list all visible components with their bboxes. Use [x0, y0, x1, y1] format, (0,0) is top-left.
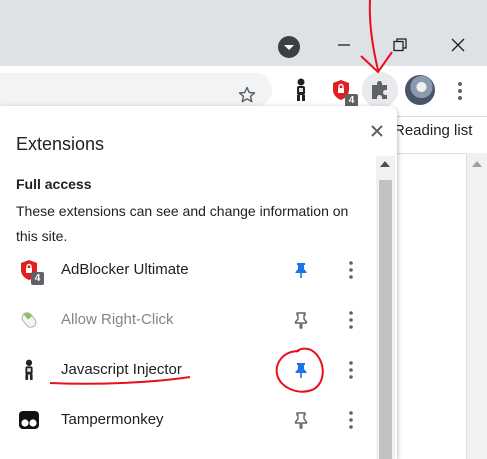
- extension-row-tampermonkey[interactable]: Tampermonkey: [0, 400, 376, 440]
- close-icon: [451, 38, 465, 52]
- panel-scrollbar[interactable]: [376, 156, 395, 459]
- more-options-icon[interactable]: [343, 310, 359, 330]
- reading-list-button[interactable]: Reading list: [394, 122, 472, 139]
- adblocker-toolbar-button[interactable]: 4: [327, 76, 358, 107]
- close-window-button[interactable]: [444, 33, 472, 57]
- restore-icon: [393, 38, 407, 52]
- extension-name: Allow Right-Click: [61, 311, 174, 328]
- injector-figure-icon: [17, 358, 41, 382]
- injector-figure-icon: [297, 78, 305, 101]
- close-panel-button[interactable]: [366, 120, 388, 142]
- scroll-up-arrow-icon[interactable]: [380, 161, 390, 167]
- javascript-injector-toolbar-button[interactable]: [287, 76, 315, 104]
- adblocker-shield-icon: 4: [17, 258, 44, 285]
- more-options-icon[interactable]: [343, 360, 359, 380]
- restore-button[interactable]: [386, 33, 414, 57]
- profile-avatar[interactable]: [405, 75, 435, 105]
- minimize-icon: [338, 44, 350, 46]
- page-scrollbar[interactable]: [466, 153, 487, 459]
- section-description: These extensions can see and change info…: [16, 203, 349, 244]
- extension-name: Javascript Injector: [61, 361, 182, 378]
- tab-search-button[interactable]: [278, 36, 300, 58]
- window-titlebar: [0, 0, 487, 66]
- puzzle-piece-icon: [372, 81, 387, 99]
- close-icon: [371, 125, 383, 137]
- extensions-panel: Extensions Full access These extensions …: [0, 106, 397, 459]
- pin-outline-icon[interactable]: [291, 410, 311, 430]
- adblocker-badge-count: 4: [31, 272, 44, 285]
- mouse-icon: [17, 308, 41, 332]
- kebab-menu-icon[interactable]: [453, 80, 467, 102]
- extension-row-allow-right-click[interactable]: Allow Right-Click: [0, 300, 376, 340]
- pin-filled-icon[interactable]: [291, 260, 311, 280]
- panel-title: Extensions: [16, 134, 105, 154]
- star-outline-icon[interactable]: [237, 85, 257, 105]
- extensions-button[interactable]: [362, 72, 398, 108]
- pin-outline-icon[interactable]: [291, 310, 311, 330]
- extension-row-javascript-injector[interactable]: Javascript Injector: [0, 350, 376, 390]
- tampermonkey-icon: [17, 408, 41, 432]
- pin-filled-icon[interactable]: [291, 360, 311, 380]
- minimize-button[interactable]: [330, 33, 358, 57]
- scrollbar-thumb[interactable]: [379, 180, 392, 459]
- extension-row-adblocker-ultimate[interactable]: 4 AdBlocker Ultimate: [0, 250, 376, 290]
- section-title: Full access: [16, 176, 92, 192]
- more-options-icon[interactable]: [343, 410, 359, 430]
- extension-name: AdBlocker Ultimate: [61, 261, 189, 278]
- address-bar[interactable]: [0, 73, 272, 107]
- extension-name: Tampermonkey: [61, 411, 164, 428]
- chevron-down-icon: [284, 45, 294, 50]
- more-options-icon[interactable]: [343, 260, 359, 280]
